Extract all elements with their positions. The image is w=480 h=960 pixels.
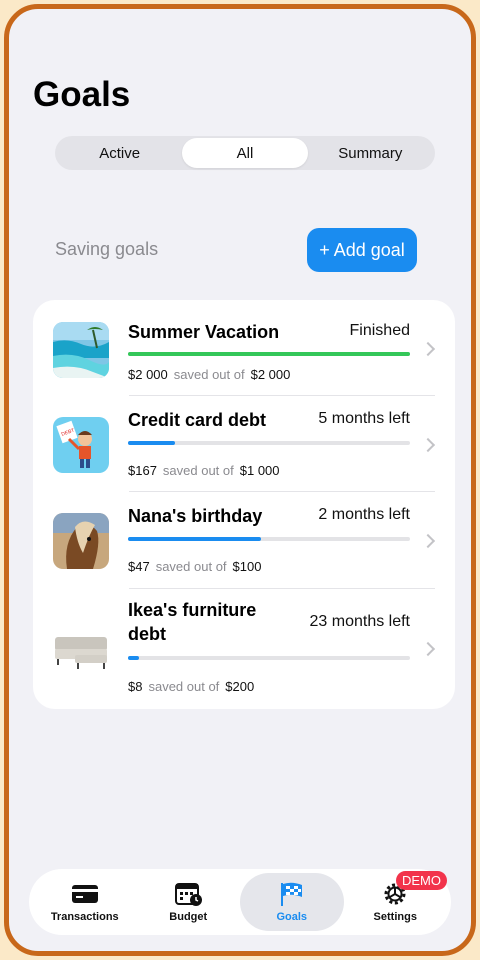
- goal-status: 2 months left: [318, 506, 410, 523]
- saved-amount: $2 000: [128, 367, 168, 382]
- chevron-right-icon: [420, 437, 436, 453]
- goal-status: Finished: [349, 322, 410, 339]
- beach-photo-thumbnail: [53, 322, 109, 378]
- goal-name: Nana's birthday: [128, 506, 263, 526]
- tab-bar: Transactions Budget Goals Settings DEMO: [29, 869, 451, 935]
- target-amount: $2 000: [250, 367, 291, 382]
- chevron-right-icon: [420, 641, 436, 657]
- tab-goals[interactable]: Goals: [240, 873, 344, 931]
- credit-card-icon: [71, 885, 98, 903]
- saved-label: saved out of: [148, 679, 220, 694]
- goal-status: 5 months left: [318, 410, 410, 427]
- goal-list: Summer Vacation Finished $2 000 saved out…: [33, 300, 455, 709]
- goal-name: Ikea's furniture debt: [128, 600, 257, 644]
- target-amount: $200: [225, 679, 255, 694]
- demo-badge: DEMO: [396, 871, 447, 890]
- tab-settings[interactable]: Settings DEMO: [344, 871, 447, 931]
- tab-label: Transactions: [50, 911, 119, 923]
- tab-budget[interactable]: Budget: [137, 873, 241, 931]
- goal-row-ikea-furniture-debt[interactable]: Ikea's furniture debt 23 months left $8 s…: [33, 589, 455, 709]
- goal-amounts: $2 000 saved out of $2 000: [128, 367, 290, 382]
- goal-progress-fill: [128, 441, 176, 445]
- tab-label: Settings: [373, 911, 417, 923]
- goal-name: Summer Vacation: [128, 322, 280, 342]
- saved-amount: $8: [128, 679, 143, 694]
- goal-status: 23 months left: [309, 613, 411, 630]
- segment-all[interactable]: All: [182, 138, 308, 168]
- goal-progress-bar: [128, 441, 410, 445]
- tab-label: Budget: [169, 911, 208, 923]
- target-amount: $1 000: [239, 463, 280, 478]
- segment-active[interactable]: Active: [57, 138, 182, 168]
- chevron-right-icon: [420, 341, 436, 357]
- calendar-clock-icon: [175, 883, 203, 906]
- goal-filter-segmented-control: Active All Summary: [55, 136, 435, 170]
- goal-amounts: $8 saved out of $200: [128, 679, 254, 694]
- page-title: Goals: [33, 75, 131, 114]
- sofa-photo-thumbnail: [53, 621, 109, 677]
- goal-progress-bar: [128, 656, 410, 660]
- saved-label: saved out of: [162, 463, 234, 478]
- debt-free-illustration-thumbnail: DEBT: [53, 417, 109, 473]
- target-amount: $100: [232, 559, 262, 574]
- goal-amounts: $167 saved out of $1 000: [128, 463, 280, 478]
- saved-label: saved out of: [155, 559, 227, 574]
- goal-row-summer-vacation[interactable]: Summer Vacation Finished $2 000 saved out…: [33, 300, 455, 396]
- goal-row-credit-card-debt[interactable]: DEBT Credit card debt 5 months left $167…: [33, 396, 455, 492]
- goal-row-nanas-birthday[interactable]: Nana's birthday 2 months left $47 saved o…: [33, 492, 455, 589]
- goal-amounts: $47 saved out of $100: [128, 559, 261, 574]
- goal-progress-bar: [128, 537, 410, 541]
- saved-amount: $47: [128, 559, 150, 574]
- segment-summary[interactable]: Summary: [308, 138, 433, 168]
- tab-transactions[interactable]: Transactions: [33, 873, 137, 931]
- app-screen: Goals Active All Summary Saving goals + …: [4, 4, 476, 956]
- goal-progress-fill: [128, 537, 261, 541]
- chevron-right-icon: [420, 533, 436, 549]
- tab-label: Goals: [276, 911, 308, 923]
- goal-name: Credit card debt: [128, 410, 267, 430]
- horse-photo-thumbnail: [53, 513, 109, 569]
- goal-progress-fill: [128, 656, 140, 660]
- add-goal-button[interactable]: + Add goal: [307, 228, 417, 272]
- saved-label: saved out of: [173, 367, 245, 382]
- section-label: Saving goals: [55, 239, 159, 259]
- saved-amount: $167: [128, 463, 157, 478]
- goal-progress-bar: [128, 352, 410, 356]
- checkered-flag-icon: [280, 882, 302, 906]
- goal-progress-fill: [128, 352, 410, 356]
